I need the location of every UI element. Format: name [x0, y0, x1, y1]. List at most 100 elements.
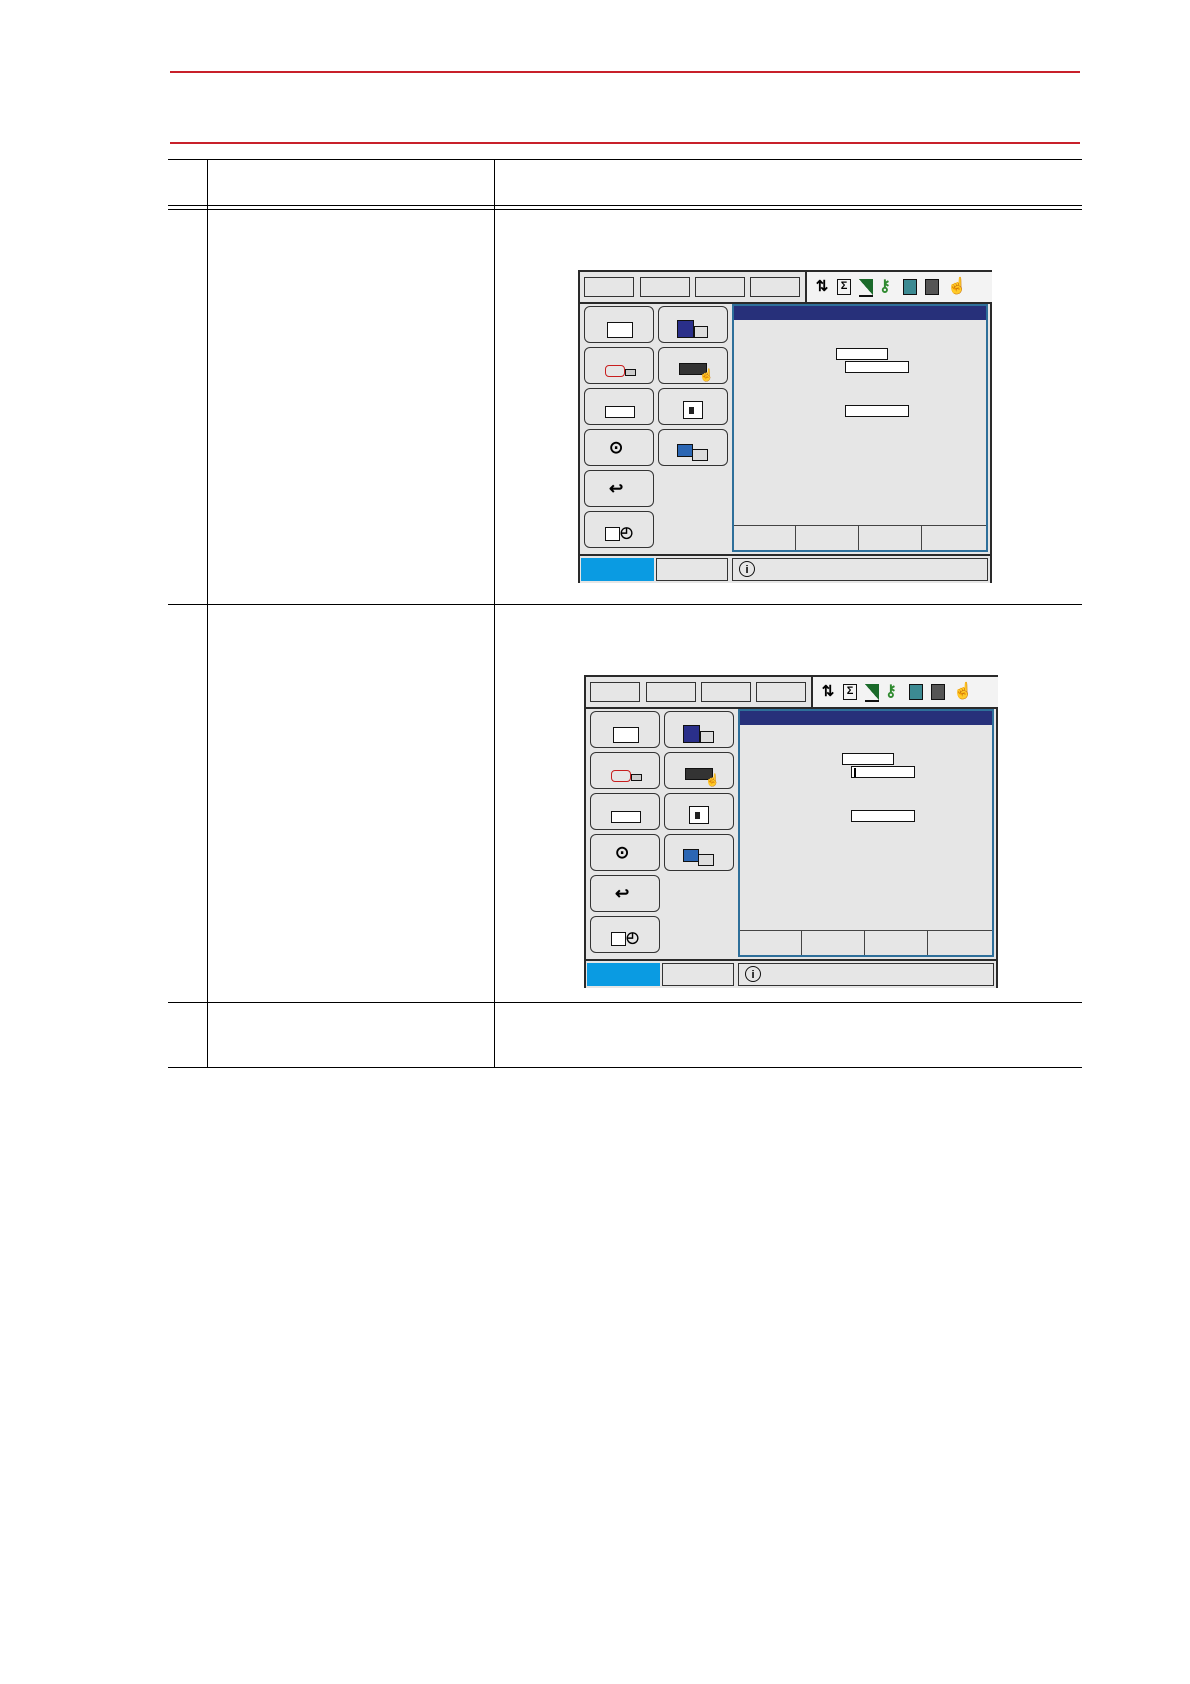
menu-robot-button[interactable] [590, 752, 660, 789]
top-menu-button-3[interactable] [701, 682, 751, 702]
display-icon [677, 444, 693, 457]
menu-job-button[interactable] [590, 711, 660, 748]
menu-display-button[interactable] [658, 429, 728, 466]
menu-arc-button[interactable]: ⊙ [590, 834, 660, 871]
floppy-disk-icon [683, 725, 700, 743]
hand-icon: ☝ [953, 683, 973, 700]
return-arrow-icon: ↩ [609, 479, 624, 498]
menu-info-button[interactable] [658, 388, 728, 425]
menu-robot-button[interactable] [584, 347, 654, 384]
input-field-1[interactable] [851, 766, 915, 778]
info-icon: i [739, 561, 755, 577]
camera-icon [903, 279, 917, 295]
top-menu-button-3[interactable] [695, 277, 745, 297]
signal-bars-icon [865, 684, 879, 702]
top-menu-button-1[interactable] [584, 277, 634, 297]
text-cursor [854, 768, 856, 777]
menu-io-button[interactable]: ☝ [658, 347, 728, 384]
function-key-1[interactable] [740, 931, 802, 955]
clock-check-icon: ◴ [626, 929, 640, 946]
table-header-divider-1 [168, 205, 1082, 206]
pointer-icon: ☝ [705, 773, 720, 787]
table-row-divider-1 [168, 604, 1082, 605]
bottom-status-bar: i [586, 959, 996, 988]
menu-monitor-button[interactable]: ◴ [584, 511, 654, 548]
main-menu-panel: ☝ ⊙ ↩ ◴ [586, 709, 736, 957]
info-icon: i [745, 966, 761, 982]
function-key-4[interactable] [923, 526, 985, 550]
table-top-border [168, 159, 1082, 160]
keys-icon: ⚷ [879, 278, 891, 295]
top-menu-bar: ⇅ Σ ⚷ ☝ [586, 677, 998, 709]
bottom-status-bar: i [580, 554, 990, 583]
camera-icon [909, 684, 923, 700]
top-menu-bar: ⇅ Σ ⚷ ☝ [580, 272, 992, 304]
main-menu-tab[interactable] [581, 558, 654, 581]
main-menu-tab[interactable] [587, 963, 660, 986]
function-key-bar [740, 930, 992, 955]
table-col-divider-2 [494, 159, 495, 1068]
drive-icon [694, 326, 708, 338]
menu-variable-button[interactable] [590, 793, 660, 830]
function-key-bar [734, 525, 986, 550]
variable-box-icon [611, 811, 641, 823]
simple-menu-tab[interactable] [656, 558, 728, 581]
function-key-4[interactable] [929, 931, 991, 955]
clock-check-icon: ◴ [620, 524, 634, 541]
simple-menu-tab[interactable] [662, 963, 734, 986]
mode-icon: ⇅ [815, 278, 829, 295]
header-rule-top [170, 71, 1080, 73]
arc-weld-icon: ⊙ [615, 843, 630, 862]
top-menu-button-4[interactable] [756, 682, 806, 702]
status-icon-bar: ⇅ Σ ⚷ ☝ [811, 677, 998, 707]
menu-io-button[interactable]: ☝ [664, 752, 734, 789]
pointer-icon: ☝ [699, 368, 714, 382]
table-bottom-border [168, 1067, 1082, 1068]
content-window [738, 709, 994, 957]
content-window [732, 304, 988, 552]
menu-file-button[interactable] [664, 711, 734, 748]
menu-display-button[interactable] [664, 834, 734, 871]
label-field [842, 753, 894, 765]
menu-variable-button[interactable] [584, 388, 654, 425]
window-title-bar [734, 306, 986, 320]
menu-info-button[interactable] [664, 793, 734, 830]
menu-monitor-button[interactable]: ◴ [590, 916, 660, 953]
variable-box-icon [605, 406, 635, 418]
floppy-disk-icon [677, 320, 694, 338]
display-icon [683, 849, 699, 862]
robot-bar-icon [631, 774, 642, 781]
info-card-mark [689, 407, 694, 414]
function-key-3[interactable] [860, 526, 922, 550]
header-rule-bottom [170, 142, 1080, 144]
table-col-divider-1 [207, 159, 208, 1068]
top-menu-button-1[interactable] [590, 682, 640, 702]
function-key-2[interactable] [797, 526, 859, 550]
message-area: i [738, 963, 994, 986]
input-field-1[interactable] [845, 361, 909, 373]
message-area: i [732, 558, 988, 581]
menu-setup-button[interactable]: ↩ [590, 875, 660, 912]
top-menu-button-2[interactable] [646, 682, 696, 702]
input-field-2[interactable] [851, 810, 915, 822]
hand-icon: ☝ [947, 278, 967, 295]
function-key-3[interactable] [866, 931, 928, 955]
robot-icon [611, 770, 631, 782]
menu-file-button[interactable] [658, 306, 728, 343]
signal-bars-icon [859, 279, 873, 297]
display-secondary-icon [698, 854, 714, 866]
graph-icon [605, 527, 620, 541]
keys-icon: ⚷ [885, 683, 897, 700]
function-key-1[interactable] [734, 526, 796, 550]
main-menu-panel: ☝ ⊙ ↩ ◴ [580, 304, 730, 552]
input-field-2[interactable] [845, 405, 909, 417]
function-key-2[interactable] [803, 931, 865, 955]
status-icon-bar: ⇅ Σ ⚷ ☝ [805, 272, 992, 302]
top-menu-button-4[interactable] [750, 277, 800, 297]
menu-setup-button[interactable]: ↩ [584, 470, 654, 507]
top-menu-button-2[interactable] [640, 277, 690, 297]
menu-arc-button[interactable]: ⊙ [584, 429, 654, 466]
table-row-divider-2 [168, 1002, 1082, 1003]
sigma-icon: Σ [837, 279, 851, 295]
menu-job-button[interactable] [584, 306, 654, 343]
